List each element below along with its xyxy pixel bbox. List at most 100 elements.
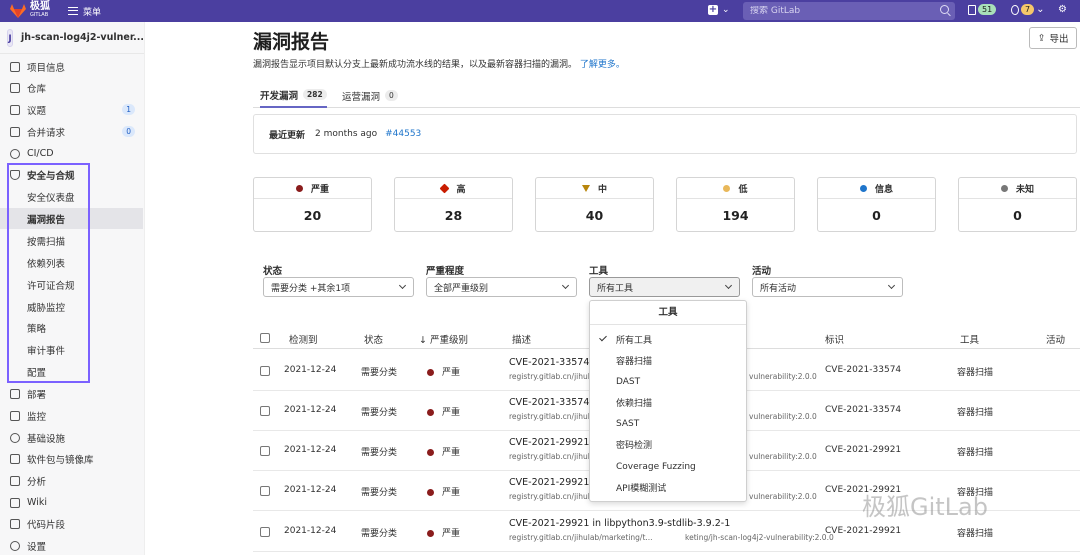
- sidebar-item-label: 安全与合规: [27, 170, 75, 182]
- vulnerability-location: registry.gitlab.cn/jihul: [509, 452, 590, 461]
- column-detected[interactable]: 检测到: [289, 332, 318, 346]
- vulnerability-title[interactable]: CVE-2021-33574 i: [509, 397, 595, 408]
- dropdown-item-api-fuzzing[interactable]: API模糊测试: [590, 477, 746, 498]
- select-all-checkbox[interactable]: [260, 333, 270, 343]
- row-checkbox[interactable]: [260, 366, 270, 376]
- last-updated-label: 最近更新: [269, 130, 306, 141]
- gitlab-logo[interactable]: 极狐 GITLAB: [10, 2, 50, 20]
- dropdown-item-label: SAST: [616, 418, 640, 429]
- cloud-icon: [10, 432, 20, 443]
- tab-label: 开发漏洞: [260, 90, 299, 102]
- column-status[interactable]: 状态: [364, 332, 383, 346]
- sidebar-item-security-compliance[interactable]: 安全与合规: [0, 164, 145, 185]
- project-header[interactable]: J jh-scan-log4j2-vulner...: [0, 22, 144, 54]
- sidebar-item-project-info[interactable]: 项目信息: [0, 56, 145, 77]
- tool-filter-select[interactable]: 所有工具: [589, 277, 740, 297]
- sidebar-subitem-configuration[interactable]: 配置: [0, 361, 143, 382]
- sidebar-subitem-audit-events[interactable]: 审计事件: [0, 339, 143, 360]
- severity-text: 严重: [442, 448, 461, 458]
- severity-label: 未知: [1015, 184, 1034, 195]
- sidebar-item-settings[interactable]: 设置: [0, 535, 145, 555]
- sidebar-item-repository[interactable]: 仓库: [0, 77, 145, 98]
- dropdown-item-container-scanning[interactable]: 容器扫描: [590, 350, 746, 371]
- column-activity[interactable]: 活动: [1046, 332, 1065, 346]
- row-checkbox[interactable]: [260, 486, 270, 496]
- user-menu-icon[interactable]: ⚙: [1058, 4, 1067, 15]
- activity-filter-select[interactable]: 所有活动: [752, 277, 903, 297]
- column-severity[interactable]: ↓ 严重级别: [419, 332, 468, 346]
- sidebar-subitem-dependency-list[interactable]: 依赖列表: [0, 252, 143, 273]
- sidebar-subitem-threat-monitoring[interactable]: 威胁监控: [0, 296, 143, 317]
- sidebar-item-label: 软件包与镜像库: [27, 454, 94, 466]
- select-value: 需要分类 +其余1项: [271, 283, 351, 294]
- sidebar-subitem-policies[interactable]: 策略: [0, 317, 143, 338]
- sidebar-item-deployments[interactable]: 部署: [0, 383, 145, 404]
- dropdown-item-dependency-scanning[interactable]: 依赖扫描: [590, 392, 746, 413]
- sidebar-subitem-on-demand-scans[interactable]: 按需扫描: [0, 230, 143, 251]
- tool-dropdown-menu: 工具 所有工具 容器扫描 DAST 依赖扫描 SAST 密码检测 Coverag…: [589, 300, 747, 502]
- sidebar-subitem-license-compliance[interactable]: 许可证合规: [0, 274, 143, 295]
- sidebar-item-snippets[interactable]: 代码片段: [0, 513, 145, 534]
- last-updated-panel: 最近更新 2 months ago #44553: [253, 114, 1077, 154]
- row-checkbox[interactable]: [260, 406, 270, 416]
- tab-operational-vulnerabilities[interactable]: 运营漏洞 0: [342, 83, 398, 108]
- sidebar-item-merge-requests[interactable]: 合并请求 0: [0, 121, 145, 142]
- sidebar-item-cicd[interactable]: CI/CD: [0, 143, 145, 164]
- dropdown-item-coverage-fuzzing[interactable]: Coverage Fuzzing: [590, 456, 746, 477]
- severity-card-unknown: 未知 0: [958, 177, 1077, 232]
- filter-label-activity: 活动: [752, 266, 772, 277]
- column-identifier[interactable]: 标识: [825, 332, 844, 346]
- column-description[interactable]: 描述: [512, 332, 531, 346]
- export-label: 导出: [1049, 34, 1069, 45]
- vulnerability-location: registry.gitlab.cn/jihulab/marketing/t..…: [509, 533, 653, 542]
- new-item-dropdown[interactable]: + ⌄: [708, 5, 730, 15]
- todos-counter[interactable]: 7 ⌄: [1011, 4, 1044, 15]
- vulnerability-title[interactable]: CVE-2021-29921 in libpython3.9-stdlib-3.…: [509, 518, 730, 529]
- row-checkbox[interactable]: [260, 527, 270, 537]
- sidebar-item-label: 分析: [27, 476, 47, 488]
- learn-more-link[interactable]: 了解更多。: [580, 60, 625, 70]
- severity-count: 0: [1013, 208, 1022, 223]
- severity-text: 严重: [442, 408, 461, 418]
- dropdown-item-sast[interactable]: SAST: [590, 413, 746, 434]
- pipeline-link[interactable]: #44553: [385, 129, 421, 139]
- search-input[interactable]: [750, 6, 930, 16]
- sidebar-item-analytics[interactable]: 分析: [0, 470, 145, 491]
- severity-label: 中: [597, 184, 607, 195]
- medium-severity-icon: [581, 184, 590, 192]
- menu-button[interactable]: 菜单: [68, 5, 101, 18]
- fox-logo-icon: [10, 4, 26, 18]
- identifier-text: CVE-2021-33574: [825, 405, 902, 415]
- sidebar-item-wiki[interactable]: Wiki: [0, 492, 145, 513]
- sidebar-item-monitor[interactable]: 监控: [0, 405, 145, 426]
- severity-card-critical: 严重 20: [253, 177, 372, 232]
- vulnerability-title[interactable]: CVE-2021-29921 i: [509, 437, 595, 448]
- sidebar-subitem-vulnerability-report[interactable]: 漏洞报告: [0, 208, 143, 229]
- dropdown-item-dast[interactable]: DAST: [590, 371, 746, 392]
- merge-requests-counter[interactable]: 51: [968, 4, 997, 15]
- filter-label-status: 状态: [263, 266, 283, 277]
- last-updated-value: 2 months ago: [315, 129, 378, 139]
- column-tool[interactable]: 工具: [960, 332, 979, 346]
- sidebar-item-packages-registries[interactable]: 软件包与镜像库: [0, 448, 145, 469]
- project-name: jh-scan-log4j2-vulner...: [21, 32, 144, 43]
- sidebar-subitem-label: 威胁监控: [27, 302, 66, 314]
- tab-development-vulnerabilities[interactable]: 开发漏洞 282: [260, 83, 327, 108]
- dropdown-item-secret-detection[interactable]: 密码检测: [590, 434, 746, 455]
- dropdown-item-label: 所有工具: [616, 336, 653, 346]
- status-filter-select[interactable]: 需要分类 +其余1项: [263, 277, 414, 297]
- severity-filter-select[interactable]: 全部严重级别: [426, 277, 577, 297]
- sidebar-subitem-security-dashboard[interactable]: 安全仪表盘: [0, 186, 143, 207]
- search-box[interactable]: [743, 2, 955, 20]
- dropdown-item-all-tools[interactable]: 所有工具: [590, 329, 746, 350]
- row-checkbox[interactable]: [260, 446, 270, 456]
- sidebar-item-issues[interactable]: 议题 1: [0, 99, 145, 120]
- tab-label: 运营漏洞: [342, 91, 381, 103]
- sidebar-item-infrastructure[interactable]: 基础设施: [0, 427, 145, 448]
- vulnerability-title[interactable]: CVE-2021-33574 i: [509, 357, 595, 368]
- export-button[interactable]: ⇪ 导出: [1029, 27, 1077, 49]
- chevron-down-icon: [561, 281, 570, 290]
- vulnerability-title[interactable]: CVE-2021-29921 i: [509, 477, 595, 488]
- sidebar-subitem-label: 审计事件: [27, 345, 66, 357]
- dropdown-item-label: 容器扫描: [616, 357, 653, 367]
